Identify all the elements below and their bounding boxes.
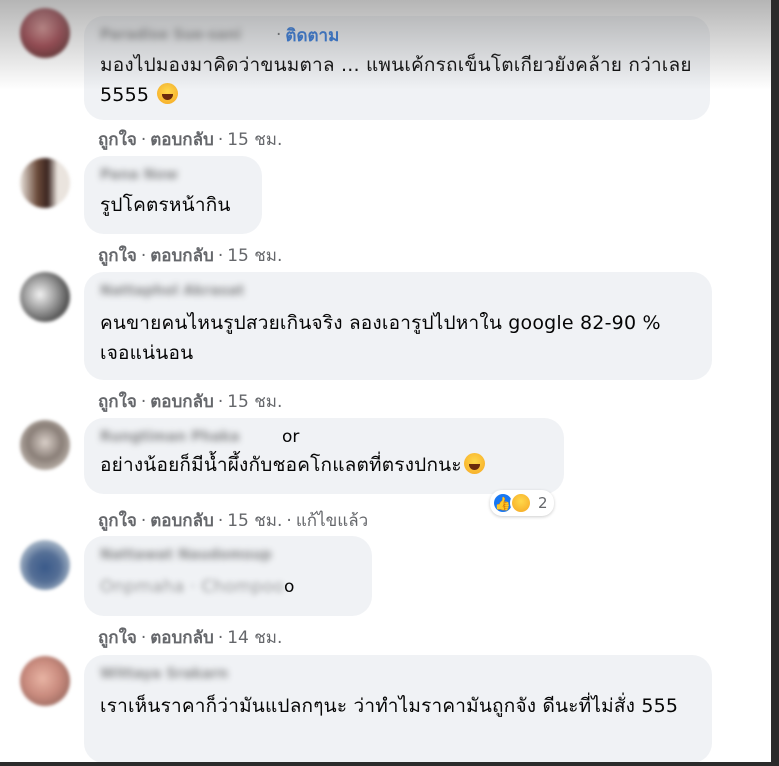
separator-dot: · [140,511,147,531]
comment-text: มองไปมองมาคิดว่าขนมตาล ... แพนเค้กรถเข็น… [100,54,692,106]
separator-dot: · [217,511,224,531]
like-button[interactable]: ถูกใจ [98,628,137,648]
reaction-count: 2 [538,494,548,512]
separator-dot: · [217,246,224,266]
avatar[interactable] [20,420,70,470]
separator-dot: · [217,130,224,150]
reply-button[interactable]: ตอบกลับ [150,130,214,150]
comment-actions: ถูกใจ · ตอบกลับ · 15 ชม. [98,388,282,415]
haha-reaction-icon [510,492,532,514]
screenshot-border [771,0,779,766]
like-button[interactable]: ถูกใจ [98,511,137,531]
comment-time[interactable]: 15 ชม. [227,511,282,531]
separator-dot: · [276,25,282,45]
screenshot-border [0,762,779,766]
comment-bubble: Nattaphol Akrasat คนขายคนไหนรูปสวยเกินจร… [84,272,712,380]
comment-time[interactable]: 14 ชม. [227,628,282,648]
comment-actions: ถูกใจ · ตอบกลับ · 14 ชม. [98,624,282,651]
comment-time[interactable]: 15 ชม. [227,130,282,150]
separator-dot: · [140,130,147,150]
comment-author[interactable]: Pana Now [100,164,210,186]
reply-button[interactable]: ตอบกลับ [150,392,214,412]
separator-dot: · [217,392,224,412]
text-suffix: o [283,577,295,597]
comment-author[interactable]: Wittaya Srakarn [100,663,250,685]
comment-time[interactable]: 15 ชม. [227,392,282,412]
comment-author[interactable]: Nattaphol Akrasat [100,280,280,302]
comment-bubble: Paradise Sue-sani · ติดตาม มองไปมองมาคิด… [84,16,710,120]
avatar[interactable] [20,656,70,706]
comment-text: คนขายคนไหนรูปสวยเกินจริง ลองเอารูปไปหาใน… [100,312,661,364]
comment-actions: ถูกใจ · ตอบกลับ · 15 ชม. · แก้ไขแล้ว [98,507,368,534]
comment-bubble: Wittaya Srakarn เราเห็นราคาก็ว่ามันแปลกๆ… [84,655,712,763]
avatar[interactable] [20,158,70,208]
comment-text: อย่างน้อยก็มีน้ำผึ้งกับชอคโกแลตที่ตรงปกน… [100,450,548,480]
reaction-summary[interactable]: 👍 2 [490,490,554,516]
follow-link[interactable]: ติดตาม [285,22,339,49]
laughing-tears-emoji-icon [463,453,485,474]
author-suffix: or [282,427,300,447]
reply-button[interactable]: ตอบกลับ [150,511,214,531]
reply-button[interactable]: ตอบกลับ [150,246,214,266]
comment-bubble: Nattawat Naudomsup Onpmaha · Chompooo [84,536,372,616]
laughing-tears-emoji-icon [157,83,179,104]
avatar[interactable] [20,272,70,322]
avatar[interactable] [20,8,70,58]
edited-label[interactable]: แก้ไขแล้ว [296,511,368,531]
comment-actions: ถูกใจ · ตอบกลับ · 15 ชม. [98,242,282,269]
like-button[interactable]: ถูกใจ [98,246,137,266]
tagged-names[interactable]: Onpmaha · Chompoo [100,577,284,597]
comment-text: เราเห็นราคาก็ว่ามันแปลกๆนะ ว่าทำไมราคามั… [100,695,679,717]
comment-bubble: Pana Now รูปโคตรหน้ากิน [84,156,262,234]
separator-dot: · [217,628,224,648]
separator-dot: · [286,511,292,531]
like-button[interactable]: ถูกใจ [98,130,137,150]
avatar[interactable] [20,540,70,590]
comment-bubble: Rungtiman Phaka or อย่างน้อยก็มีน้ำผึ้งก… [84,418,564,494]
comment-text: รูปโคตรหน้ากิน [100,194,231,216]
reply-button[interactable]: ตอบกลับ [150,628,214,648]
comment-actions: ถูกใจ · ตอบกลับ · 15 ชม. [98,126,282,153]
separator-dot: · [140,392,147,412]
separator-dot: · [140,628,147,648]
comment-text: Onpmaha · Chompooo [100,572,356,602]
like-button[interactable]: ถูกใจ [98,392,137,412]
comment-time[interactable]: 15 ชม. [227,246,282,266]
comment-author[interactable]: Nattawat Naudomsup [100,544,300,566]
comment-author[interactable]: Rungtiman Phaka [100,426,280,448]
separator-dot: · [140,246,147,266]
comment-author[interactable]: Paradise Sue-sani [100,24,270,46]
